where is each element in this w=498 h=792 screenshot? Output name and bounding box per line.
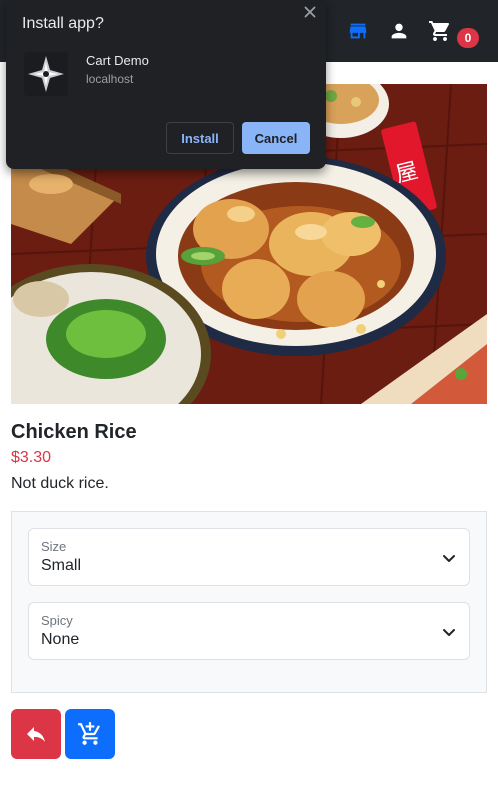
cart-button[interactable] bbox=[427, 18, 453, 44]
cancel-button[interactable]: Cancel bbox=[242, 122, 310, 154]
install-button[interactable]: Install bbox=[166, 122, 234, 154]
cart-count-badge: 0 bbox=[457, 28, 479, 48]
app-icon bbox=[24, 52, 68, 96]
product-description: Not duck rice. bbox=[11, 475, 109, 492]
product-name: Chicken Rice bbox=[11, 421, 137, 443]
storefront-icon bbox=[349, 23, 367, 39]
install-app-dialog: Install app? Cart Demo localhost Install… bbox=[6, 0, 326, 169]
chevron-down-icon bbox=[443, 629, 455, 636]
close-icon[interactable] bbox=[302, 4, 318, 20]
size-select[interactable]: Size Small bbox=[28, 528, 470, 586]
person-icon bbox=[391, 23, 407, 39]
app-name: Cart Demo bbox=[86, 53, 149, 68]
size-value: Small bbox=[41, 557, 82, 574]
shopping-cart-icon bbox=[429, 21, 450, 41]
account-button[interactable] bbox=[386, 18, 412, 44]
reply-arrow-icon bbox=[27, 727, 45, 742]
product-price: $3.30 bbox=[11, 449, 52, 466]
chevron-down-icon bbox=[443, 555, 455, 562]
size-label: Size bbox=[41, 539, 67, 554]
store-button[interactable] bbox=[345, 18, 371, 44]
spicy-value: None bbox=[41, 631, 80, 648]
options-panel: Size Small Spicy None bbox=[11, 511, 487, 693]
spicy-select[interactable]: Spicy None bbox=[28, 602, 470, 660]
dialog-title: Install app? bbox=[22, 15, 104, 32]
spicy-label: Spicy bbox=[41, 613, 73, 628]
app-host: localhost bbox=[86, 72, 134, 86]
add-to-cart-button[interactable] bbox=[65, 709, 115, 759]
add-to-cart-icon bbox=[78, 722, 100, 745]
back-button[interactable] bbox=[11, 709, 61, 759]
